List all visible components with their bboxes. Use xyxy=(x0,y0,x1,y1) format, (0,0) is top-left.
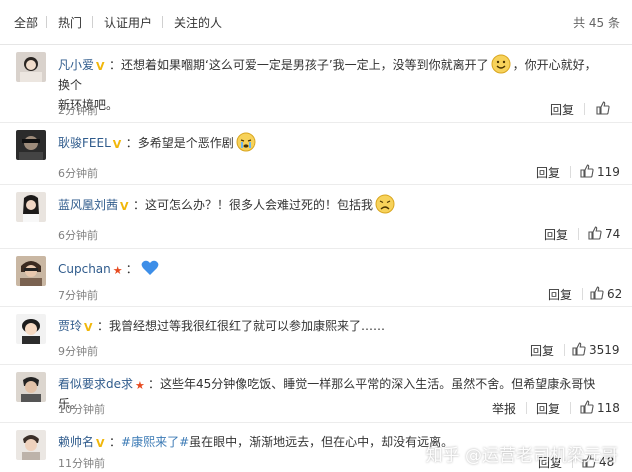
comment-time: 9分钟前 xyxy=(58,345,98,358)
reply-button[interactable]: 回复 xyxy=(530,342,554,359)
comment-text: 贾玲 V ：我曾经想过等我很红很红了就可以参加康熙来了…… xyxy=(58,316,602,336)
like-button[interactable]: 118 xyxy=(580,400,620,415)
username[interactable]: 蓝风凰刘茜 xyxy=(58,198,118,212)
avatar[interactable] xyxy=(16,256,46,286)
comment-item: 耿骏FEEL V ：多希望是个恶作剧 6分钟前 回复 119 xyxy=(0,122,632,185)
username[interactable]: 耿骏FEEL xyxy=(58,136,111,150)
username[interactable]: 看似要求de求 xyxy=(58,377,133,391)
like-count: 74 xyxy=(605,227,621,241)
like-count: 3519 xyxy=(589,343,620,357)
avatar[interactable] xyxy=(16,52,46,82)
username[interactable]: 凡小爱 xyxy=(58,58,94,72)
action-divider xyxy=(582,288,583,300)
like-button[interactable]: 119 xyxy=(580,164,620,179)
action-divider xyxy=(564,344,565,356)
avatar[interactable] xyxy=(16,192,46,222)
crying-emoji-icon xyxy=(236,132,256,152)
comment-body: ：这可怎么办？！很多人会难过死的！包括我 xyxy=(133,198,374,212)
action-divider xyxy=(578,228,579,240)
thumb-up-icon xyxy=(580,164,594,178)
reply-button[interactable]: 回复 xyxy=(536,164,560,181)
comment-time: 2分钟前 xyxy=(58,104,98,117)
comment-text: 蓝风凰刘茜 V ：这可怎么办？！很多人会难过死的！包括我 xyxy=(58,194,602,215)
thumb-up-icon xyxy=(588,226,602,240)
hehe-emoji-icon xyxy=(491,54,511,74)
comment-text: 凡小爱 V ：还想着如果嗰期‘这么可爱一定是男孩子’我一定上，没等到你就离开了 ，你开… xyxy=(58,54,602,115)
like-button[interactable]: 3519 xyxy=(572,342,620,357)
tab-following[interactable]: 关注的人 xyxy=(174,14,222,31)
thumb-up-icon xyxy=(596,101,610,115)
like-button[interactable] xyxy=(596,101,613,116)
tab-all[interactable]: 全部 xyxy=(14,14,38,31)
verified-v-icon: V xyxy=(84,321,93,334)
comment-time: 6分钟前 xyxy=(58,167,98,180)
like-button[interactable]: 74 xyxy=(588,226,620,241)
reply-button[interactable]: 回复 xyxy=(550,101,574,118)
tab-verified-users[interactable]: 认证用户 xyxy=(104,14,152,31)
reply-button[interactable]: 回复 xyxy=(536,400,560,417)
tab-divider xyxy=(92,16,93,28)
verified-v-icon: V xyxy=(120,200,129,213)
comment-item: 蓝风凰刘茜 V ：这可怎么办？！很多人会难过死的！包括我 6分钟前 回复 74 xyxy=(0,184,632,249)
blue-heart-icon xyxy=(141,260,159,275)
reply-button[interactable]: 回复 xyxy=(548,286,572,303)
comment-text: 耿骏FEEL V ：多希望是个恶作剧 xyxy=(58,132,602,153)
hashtag-link[interactable]: #康熙来了# xyxy=(121,435,189,449)
report-button[interactable]: 举报 xyxy=(492,400,516,417)
comment-item: 贾玲 V ：我曾经想过等我很红很红了就可以参加康熙来了…… 9分钟前 回复 3519 xyxy=(0,306,632,365)
comment-count: 共 45 条 xyxy=(573,16,620,30)
verified-v-icon: V xyxy=(112,138,122,151)
verified-v-icon: V xyxy=(96,60,105,73)
action-divider xyxy=(570,402,571,414)
comment-filter-tabs: 全部 热门 认证用户 关注的人 共 45 条 xyxy=(0,0,632,45)
like-count: 62 xyxy=(607,287,623,301)
thumb-up-icon xyxy=(580,400,594,414)
reply-button[interactable]: 回复 xyxy=(544,226,568,243)
comment-body: ： xyxy=(109,435,122,449)
tab-hot[interactable]: 热门 xyxy=(58,14,82,31)
comment-item: 凡小爱 V ：还想着如果嗰期‘这么可爱一定是男孩子’我一定上，没等到你就离开了 ，你开… xyxy=(0,44,632,123)
comment-time: 6分钟前 xyxy=(58,229,98,242)
vip-star-icon: ★ xyxy=(135,379,145,392)
action-divider xyxy=(526,402,527,414)
comment-text: 看似要求de求 ★ ：这些年45分钟像吃饭、睡觉一样那么平常的深入生活。虽然不舍。但… xyxy=(58,374,602,414)
like-count: 118 xyxy=(597,401,620,415)
comment-item: Cupchan ★： 7分钟前 回复 62 xyxy=(0,248,632,307)
avatar[interactable] xyxy=(16,130,46,160)
username[interactable]: Cupchan xyxy=(58,262,111,276)
tab-divider xyxy=(46,16,47,28)
thumb-up-icon xyxy=(572,342,586,356)
username[interactable]: 贾玲 xyxy=(58,319,82,333)
comment-time: 10分钟前 xyxy=(58,403,105,416)
avatar[interactable] xyxy=(16,372,46,402)
watermark: 知乎 @运营老司机梁元哥 xyxy=(425,446,618,466)
avatar[interactable] xyxy=(16,430,46,460)
username[interactable]: 赖帅名 xyxy=(58,435,94,449)
action-divider xyxy=(584,103,585,115)
comment-time: 7分钟前 xyxy=(58,289,98,302)
action-divider xyxy=(570,166,571,178)
comment-item: 看似要求de求 ★ ：这些年45分钟像吃饭、睡觉一样那么平常的深入生活。虽然不舍。但… xyxy=(0,364,632,423)
comment-body: ：还想着如果嗰期‘这么可爱一定是男孩子’我一定上，没等到你就离开了 xyxy=(109,58,489,72)
comment-time: 11分钟前 xyxy=(58,457,105,470)
comment-body: ：我曾经想过等我很红很红了就可以参加康熙来了…… xyxy=(97,319,386,333)
tab-divider xyxy=(162,16,163,28)
verified-v-icon: V xyxy=(96,437,105,450)
vip-star-icon: ★ xyxy=(112,264,123,277)
comment-body: ：多希望是个恶作剧 xyxy=(125,136,234,150)
like-button[interactable]: 62 xyxy=(590,286,622,301)
sad-emoji-icon xyxy=(375,194,395,214)
comment-body: 虽在眼中，渐渐地远去，但在心中，却没有远离。 xyxy=(189,435,454,449)
like-count: 119 xyxy=(597,165,620,179)
comment-text: Cupchan ★： xyxy=(58,258,602,279)
thumb-up-icon xyxy=(590,286,604,300)
avatar[interactable] xyxy=(16,314,46,344)
comment-body: ： xyxy=(125,262,138,276)
